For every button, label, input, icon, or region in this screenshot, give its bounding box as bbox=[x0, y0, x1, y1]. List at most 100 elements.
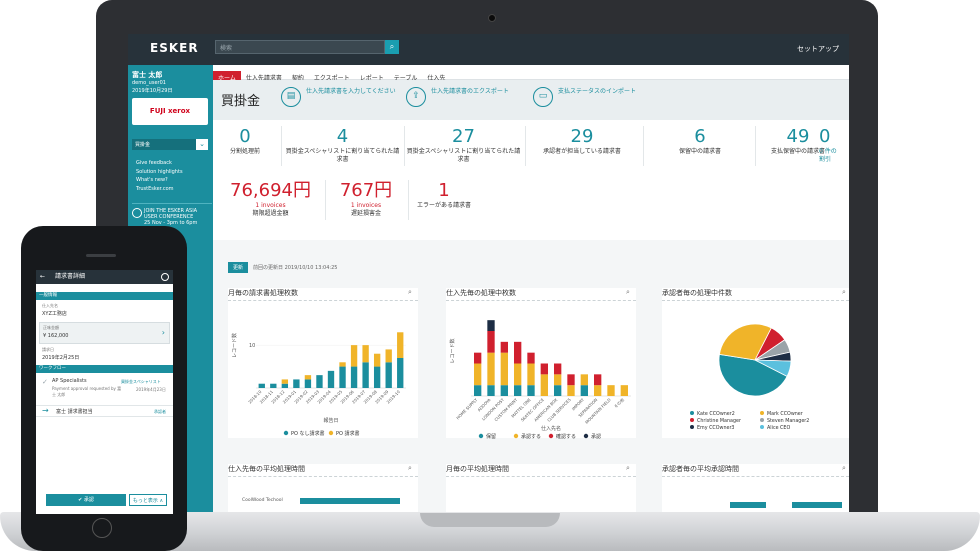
search-button[interactable]: ⌕ bbox=[385, 40, 399, 54]
legend-swatch bbox=[760, 425, 764, 429]
header-band: 買掛金 ▤ 仕入先請求書を入力してください ⇪ 仕入先請求書のエクスポート ▭ … bbox=[213, 80, 849, 120]
bar-segment bbox=[620, 385, 628, 396]
bar-segment bbox=[540, 363, 548, 375]
kpi-late-fee[interactable]: 767円 1 invoices 遅延損害金 bbox=[331, 180, 401, 218]
bar-segment bbox=[281, 379, 289, 384]
bar-segment bbox=[474, 385, 482, 396]
conference-banner[interactable]: JOIN THE ESKER ASIA USER CONFERENCE 25 No… bbox=[132, 203, 212, 226]
divider bbox=[662, 476, 849, 477]
amount-field[interactable]: 正味金額 ¥ 162,000 › bbox=[39, 322, 170, 344]
bar-segment bbox=[373, 353, 381, 367]
avg-bar bbox=[792, 502, 842, 508]
home-button[interactable] bbox=[92, 518, 112, 538]
approve-button[interactable]: ✔ 承認 bbox=[46, 494, 126, 506]
bar-segment bbox=[339, 366, 346, 388]
legend-swatch bbox=[690, 411, 694, 415]
kpi-tile[interactable]: 00 件の 割引 bbox=[819, 126, 849, 164]
kpi-tile[interactable]: 29 承認者が担当している請求書 bbox=[527, 126, 637, 156]
sidebar-link-highlights[interactable]: Solution highlights bbox=[136, 168, 183, 177]
arrow-right-icon: → bbox=[42, 406, 49, 415]
bar-segment bbox=[270, 383, 277, 388]
check-icon: ✓ bbox=[42, 378, 48, 386]
refresh-bar: 更新 前回の更新日 2019/10/10 13:04:25 bbox=[228, 262, 337, 273]
y-tick-label: 10 bbox=[249, 343, 255, 349]
kpi-tile[interactable]: 4 買掛金スペシャリストに割り当てられた請求書 bbox=[285, 126, 400, 164]
divider bbox=[404, 126, 405, 166]
user-name: 富士 太郎 bbox=[132, 71, 163, 79]
invoice-icon: ▤ bbox=[281, 87, 301, 107]
bar-segment bbox=[397, 358, 404, 388]
bar-segment bbox=[554, 385, 562, 396]
bar-segment bbox=[527, 352, 535, 364]
module-select[interactable]: 買掛金 bbox=[132, 139, 196, 150]
legend-label: Kate CCOwner2 bbox=[697, 411, 735, 417]
divider bbox=[228, 476, 418, 477]
phone-speaker bbox=[86, 254, 116, 257]
section-general: 一般情報 bbox=[36, 292, 173, 300]
search-input[interactable]: 検索 bbox=[215, 40, 385, 54]
bar-segment bbox=[607, 385, 615, 396]
sidebar-link-trust[interactable]: TrustEsker.com bbox=[136, 185, 183, 194]
back-arrow-icon[interactable]: ← bbox=[40, 273, 45, 280]
bar-segment bbox=[281, 383, 289, 388]
kpi-tile[interactable]: 6 保留中の請求書 bbox=[645, 126, 755, 156]
bar-segment bbox=[385, 362, 392, 388]
bar-segment bbox=[500, 352, 508, 386]
page-title: 買掛金 bbox=[221, 94, 261, 109]
bar-segment bbox=[350, 345, 358, 367]
panel-approver-pending: 承認者毎の処理中件数 ⌕ Kate CCOwner2 Mark CCOwner Ch… bbox=[662, 288, 849, 438]
refresh-button[interactable]: 更新 bbox=[228, 262, 249, 273]
bar-segment bbox=[554, 374, 562, 386]
workflow-date: 2019年4月23日 bbox=[136, 387, 166, 392]
y-axis-label: レコード数 bbox=[231, 333, 238, 358]
workflow-name: AP Specialists bbox=[52, 378, 87, 384]
x-axis-label: 仕入先名 bbox=[541, 425, 561, 432]
x-tick-label: HOME SUPPLY bbox=[455, 397, 479, 421]
kpi-errors[interactable]: 1 エラーがある請求書 bbox=[409, 180, 479, 210]
sidebar-link-whats-new[interactable]: What's new? bbox=[136, 176, 183, 185]
panel-avg-supplier: 仕入先毎の平均処理時間 ⌕ CoolWood Techool bbox=[228, 464, 418, 512]
setup-link[interactable]: セットアップ bbox=[797, 44, 839, 54]
search-icon[interactable]: ⌕ bbox=[626, 464, 630, 473]
sidebar-links: Give feedback Solution highlights What's… bbox=[136, 159, 183, 193]
camera-icon bbox=[488, 14, 496, 22]
people-icon bbox=[132, 208, 142, 218]
avg-bar bbox=[730, 502, 766, 508]
legend-swatch bbox=[548, 433, 554, 439]
panel-monthly-invoices: 月毎の請求書処理枚数 ⌕ レコード数 10 2018-10 2018-11 2018-1… bbox=[228, 288, 418, 438]
kpi-overdue[interactable]: 76,694円 1 invoices 期限超過金額 bbox=[223, 180, 318, 218]
legend-label: 保留 bbox=[486, 433, 496, 440]
bar-segment bbox=[385, 349, 392, 363]
legend-label: Mark CCOwner bbox=[767, 411, 803, 417]
legend-swatch bbox=[283, 430, 289, 436]
search-icon: ⌕ bbox=[389, 42, 395, 51]
legend-label: Steven Manager2 bbox=[767, 418, 809, 424]
show-more-button[interactable]: もっと表示 ∧ bbox=[129, 494, 167, 506]
divider bbox=[446, 476, 636, 477]
laptop-notch bbox=[420, 513, 560, 527]
bar-segment bbox=[487, 320, 495, 331]
workflow-current-row[interactable]: → 富士 請求書担当 承認者 bbox=[36, 405, 173, 417]
bar-segment bbox=[500, 385, 508, 396]
row-label: CoolWood Techool bbox=[242, 498, 283, 503]
monthly-bar-chart: レコード数 102018-102018-112018-122019-012019-… bbox=[231, 332, 406, 437]
workflow-note: Payment approval requested by 富士 太郎 bbox=[52, 386, 122, 397]
bar-segment bbox=[567, 385, 575, 396]
bar-segment bbox=[500, 341, 508, 353]
divider bbox=[446, 300, 636, 301]
panel-avg-approver: 承認者毎の平均承認時間 ⌕ bbox=[662, 464, 849, 512]
supplier-label: 仕入先名 bbox=[42, 303, 58, 308]
sidebar-link-feedback[interactable]: Give feedback bbox=[136, 159, 183, 168]
search-icon[interactable]: ⌕ bbox=[408, 464, 412, 473]
bar-segment bbox=[350, 366, 358, 388]
menu-icon[interactable] bbox=[161, 273, 169, 281]
bar-segment bbox=[580, 385, 588, 396]
search-icon[interactable]: ⌕ bbox=[842, 288, 846, 297]
search-icon[interactable]: ⌕ bbox=[842, 464, 846, 473]
search-icon[interactable]: ⌕ bbox=[626, 288, 630, 297]
bar-segment bbox=[594, 374, 602, 386]
legend-swatch bbox=[328, 430, 334, 436]
kpi-tile[interactable]: 27 買掛金スペシャリストに割り当てられた請求書 bbox=[406, 126, 521, 164]
search-icon[interactable]: ⌕ bbox=[408, 288, 412, 297]
bar-segment bbox=[527, 385, 535, 396]
